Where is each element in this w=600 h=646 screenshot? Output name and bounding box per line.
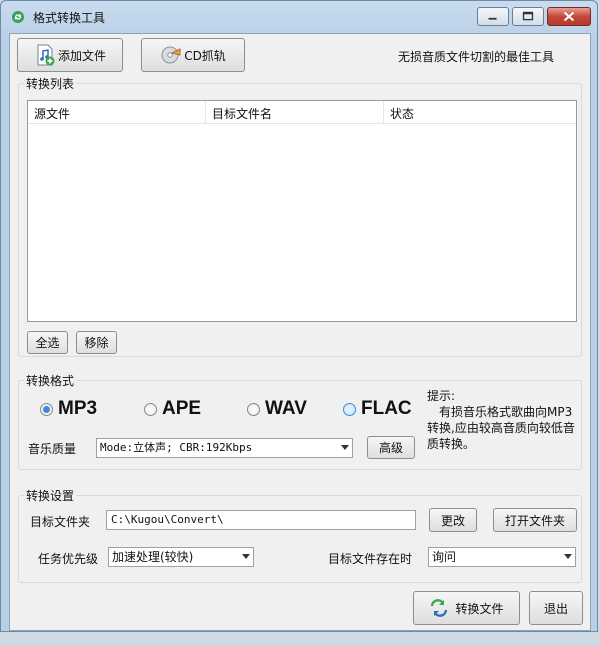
priority-label: 任务优先级	[38, 552, 99, 566]
change-folder-button[interactable]: 更改	[429, 508, 477, 532]
quality-select[interactable]: Mode:立体声; CBR:192Kbps	[96, 438, 353, 458]
chevron-down-icon	[242, 554, 250, 559]
maximize-button[interactable]	[512, 7, 544, 26]
open-folder-label: 打开文件夹	[504, 513, 565, 528]
column-divider[interactable]	[205, 101, 206, 123]
title-bar[interactable]: 格式转换工具	[1, 1, 597, 33]
file-exists-label: 目标文件存在时	[328, 552, 413, 566]
remove-label: 移除	[84, 336, 109, 350]
radio-unselected	[144, 402, 157, 416]
conversion-list-title: 转换列表	[24, 75, 77, 92]
column-target-filename[interactable]: 目标文件名	[212, 105, 272, 122]
radio-unselected	[247, 402, 260, 416]
conversion-settings-title: 转换设置	[24, 487, 77, 504]
app-icon	[12, 11, 24, 23]
add-music-file-icon	[37, 44, 55, 66]
minimize-icon	[488, 17, 497, 20]
quality-value: Mode:立体声; CBR:192Kbps	[100, 441, 253, 454]
chevron-down-icon	[341, 445, 349, 450]
remove-button[interactable]: 移除	[76, 331, 117, 354]
close-button[interactable]	[547, 7, 591, 26]
hint-body: 有损音乐格式歌曲向MP3转换,应由较高音质向较低音质转换。	[427, 405, 575, 451]
tagline: 无损音质文件切割的最佳工具	[398, 50, 555, 64]
convert-file-button[interactable]: 转换文件	[413, 591, 520, 625]
change-label: 更改	[440, 513, 465, 528]
format-label: APE	[162, 398, 202, 419]
priority-value: 加速处理(较快)	[112, 550, 194, 564]
format-radio-wav[interactable]: WAV	[247, 398, 307, 420]
format-label: MP3	[58, 398, 98, 419]
cd-rip-button[interactable]: CD抓轨	[141, 38, 245, 72]
add-file-label: 添加文件	[57, 48, 106, 63]
close-icon	[563, 11, 575, 22]
column-divider[interactable]	[383, 101, 384, 123]
convert-file-label: 转换文件	[455, 601, 504, 616]
target-folder-value: C:\Kugou\Convert\	[111, 513, 224, 526]
minimize-button[interactable]	[477, 7, 509, 26]
format-label: FLAC	[361, 398, 412, 419]
cd-rip-label: CD抓轨	[184, 48, 226, 63]
target-folder-label: 目标文件夹	[30, 515, 91, 529]
file-exists-value: 询问	[432, 550, 457, 564]
advanced-label: 高级	[378, 441, 403, 455]
maximize-icon	[522, 11, 534, 21]
radio-selected	[40, 402, 53, 416]
conversion-file-list[interactable]: 源文件 目标文件名 状态	[27, 100, 577, 322]
exit-button[interactable]: 退出	[529, 591, 583, 625]
select-all-label: 全选	[35, 336, 60, 350]
client-area: 添加文件 CD抓轨 无损音质文件切割的最佳工具 转换列表 源文件 目标文件名 状…	[9, 33, 591, 631]
convert-icon	[431, 599, 448, 617]
hint-title: 提示:	[427, 389, 456, 403]
exit-label: 退出	[543, 601, 568, 616]
list-header: 源文件 目标文件名 状态	[28, 101, 576, 124]
main-window: 格式转换工具 添加文件 CD抓轨 无损音质文件切割的最佳工具 转换列表 源文件 …	[0, 0, 598, 632]
cd-rip-icon	[161, 46, 181, 64]
column-status[interactable]: 状态	[390, 105, 414, 122]
column-source-file[interactable]: 源文件	[34, 105, 70, 122]
advanced-button[interactable]: 高级	[367, 436, 415, 459]
select-all-button[interactable]: 全选	[27, 331, 68, 354]
format-radio-mp3[interactable]: MP3	[40, 398, 97, 420]
target-folder-input[interactable]: C:\Kugou\Convert\	[106, 510, 416, 530]
add-file-button[interactable]: 添加文件	[17, 38, 123, 72]
hint-text: 提示: 有损音乐格式歌曲向MP3转换,应由较高音质向较低音质转换。	[427, 388, 577, 452]
open-folder-button[interactable]: 打开文件夹	[493, 508, 577, 532]
format-label: WAV	[265, 398, 307, 419]
chevron-down-icon	[564, 554, 572, 559]
file-exists-select[interactable]: 询问	[428, 547, 576, 567]
radio-unselected	[343, 402, 356, 416]
window-title: 格式转换工具	[33, 11, 106, 25]
format-radio-flac[interactable]: FLAC	[343, 398, 412, 420]
priority-select[interactable]: 加速处理(较快)	[108, 547, 254, 567]
format-radio-ape[interactable]: APE	[144, 398, 201, 420]
conversion-format-title: 转换格式	[24, 372, 77, 389]
quality-label: 音乐质量	[28, 442, 77, 456]
